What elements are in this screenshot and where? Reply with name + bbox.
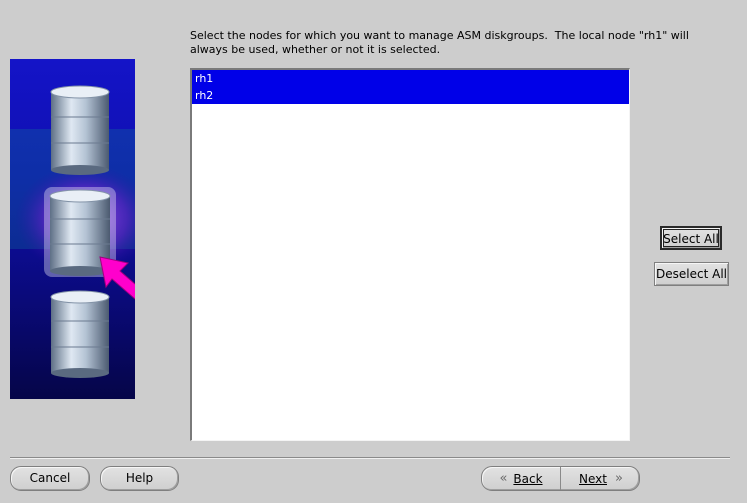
node-list[interactable]: rh1 rh2 [190,68,630,441]
double-chevron-right-icon: » [615,471,623,486]
node-list-item[interactable]: rh1 [192,70,629,87]
next-button-label: Next [579,471,607,486]
footer-separator [10,457,730,459]
cancel-button[interactable]: Cancel [10,466,90,491]
help-button[interactable]: Help [100,466,179,491]
double-chevron-left-icon: « [499,471,507,486]
bottom-cylinder [50,290,110,378]
deselect-all-button[interactable]: Deselect All [654,262,729,286]
wizard-side-illustration [10,59,135,399]
next-button[interactable]: Next » [560,467,639,490]
node-list-item[interactable]: rh2 [192,87,629,104]
database-cylinders-graphic [10,85,135,378]
back-button[interactable]: « Back [482,467,560,490]
wizard-navigation: « Back Next » [481,466,640,491]
instructions-text: Select the nodes for which you want to m… [190,29,689,56]
top-cylinder [50,85,110,175]
select-all-button[interactable]: Select All [660,226,722,250]
back-button-label: Back [513,471,543,486]
